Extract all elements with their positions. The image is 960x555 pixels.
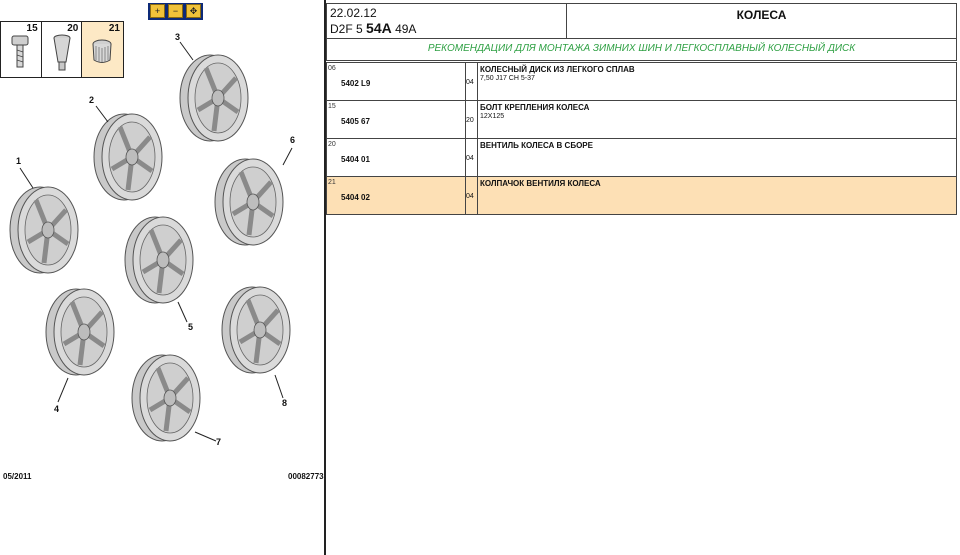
quantity: 04 [466, 193, 474, 200]
wheel-6[interactable] [215, 159, 283, 245]
quantity: 04 [466, 155, 474, 162]
callout-line [179, 41, 194, 61]
quantity: 04 [466, 79, 474, 86]
quantity: 20 [466, 117, 474, 124]
diagram-date: 05/2011 [3, 472, 32, 481]
callout-line [95, 105, 109, 123]
wheel-5[interactable] [125, 217, 193, 303]
table-row[interactable]: 15 5405 67 20 БОЛТ КРЕПЛЕНИЯ КОЛЕСА 12X1… [326, 100, 957, 139]
parts-table: 06 5402 L9 04 КОЛЕСНЫЙ ДИСК ИЗ ЛЕГКОГО С… [326, 62, 957, 215]
part-name: ВЕНТИЛЬ КОЛЕСА В СБОРЕ [480, 141, 593, 150]
ref-bold: 54A [366, 20, 392, 36]
part-name: БОЛТ КРЕПЛЕНИЯ КОЛЕСА [480, 103, 590, 112]
header-table: 22.02.12 D2F 5 54A 49A КОЛЕСА [326, 3, 957, 39]
page-title: КОЛЕСА [736, 8, 787, 22]
table-row[interactable]: 06 5402 L9 04 КОЛЕСНЫЙ ДИСК ИЗ ЛЕГКОГО С… [326, 62, 957, 101]
wheel-4[interactable] [46, 289, 114, 375]
wheel-1[interactable] [10, 187, 78, 273]
callout-4: 4 [54, 404, 60, 414]
row-index: 20 [328, 141, 336, 148]
wheel-8[interactable] [222, 287, 290, 373]
callout-3: 3 [175, 32, 181, 42]
table-row[interactable]: 20 5404 01 04 ВЕНТИЛЬ КОЛЕСА В СБОРЕ [326, 138, 957, 177]
header-meta: 22.02.12 D2F 5 54A 49A [327, 4, 567, 38]
callout-1: 1 [16, 156, 22, 166]
diagram-code: 00082773 [288, 472, 324, 481]
callout-line [274, 374, 284, 399]
ref-prefix: D2F 5 [330, 22, 363, 36]
part-name: КОЛЕСНЫЙ ДИСК ИЗ ЛЕГКОГО СПЛАВ [480, 65, 635, 74]
part-spec: 7,50 J17 CH 5-37 [480, 75, 535, 82]
callout-5: 5 [188, 322, 194, 332]
qty-cell: 04 [465, 176, 478, 215]
qty-cell: 04 [465, 138, 478, 177]
wheel-2[interactable] [94, 114, 162, 200]
desc-cell: БОЛТ КРЕПЛЕНИЯ КОЛЕСА 12X125 [477, 100, 957, 139]
row-index: 21 [328, 179, 336, 186]
callout-line [19, 167, 34, 189]
desc-cell: ВЕНТИЛЬ КОЛЕСА В СБОРЕ [477, 138, 957, 177]
wheel-7[interactable] [132, 355, 200, 441]
row-index: 15 [328, 103, 336, 110]
qty-cell: 04 [465, 62, 478, 101]
row-index: 06 [328, 65, 336, 72]
part-number: 5404 02 [341, 193, 370, 202]
wheels-diagram [0, 41, 326, 480]
callout-line [194, 431, 217, 442]
ref-cell: 21 5404 02 [326, 176, 466, 215]
ref-suffix: 49A [395, 22, 417, 36]
recommendation-link[interactable]: РЕКОМЕНДАЦИИ ДЛЯ МОНТАЖА ЗИМНИХ ШИН И ЛЕ… [326, 39, 957, 61]
qty-cell: 20 [465, 100, 478, 139]
part-name: КОЛПАЧОК ВЕНТИЛЯ КОЛЕСА [480, 179, 601, 188]
callout-8: 8 [282, 398, 288, 408]
part-number: 5404 01 [341, 155, 370, 164]
header-date: 22.02.12 [330, 6, 377, 20]
callout-7: 7 [216, 437, 222, 447]
part-spec: 12X125 [480, 113, 505, 120]
parts-info-panel: 22.02.12 D2F 5 54A 49A КОЛЕСА РЕКОМЕНДАЦ… [326, 0, 960, 555]
header-reference: D2F 5 54A 49A [330, 21, 563, 37]
table-row-selected[interactable]: 21 5404 02 04 КОЛПАЧОК ВЕНТИЛЯ КОЛЕСА [326, 176, 957, 215]
desc-cell: КОЛЕСНЫЙ ДИСК ИЗ ЛЕГКОГО СПЛАВ 7,50 J17 … [477, 62, 957, 101]
desc-cell: КОЛПАЧОК ВЕНТИЛЯ КОЛЕСА [477, 176, 957, 215]
parts-diagram-panel: + − ✥ 15 20 21 1 2 3 4 5 6 7 8 05/2011 0… [0, 0, 326, 555]
callout-2: 2 [89, 95, 95, 105]
part-number: 5405 67 [341, 117, 370, 126]
callout-line [177, 301, 188, 323]
ref-cell: 15 5405 67 [326, 100, 466, 139]
callout-6: 6 [290, 135, 296, 145]
ref-cell: 20 5404 01 [326, 138, 466, 177]
wheel-3[interactable] [180, 55, 248, 141]
callout-line [57, 377, 69, 403]
ref-cell: 06 5402 L9 [326, 62, 466, 101]
callout-line [282, 147, 293, 166]
part-number: 5402 L9 [341, 79, 371, 88]
